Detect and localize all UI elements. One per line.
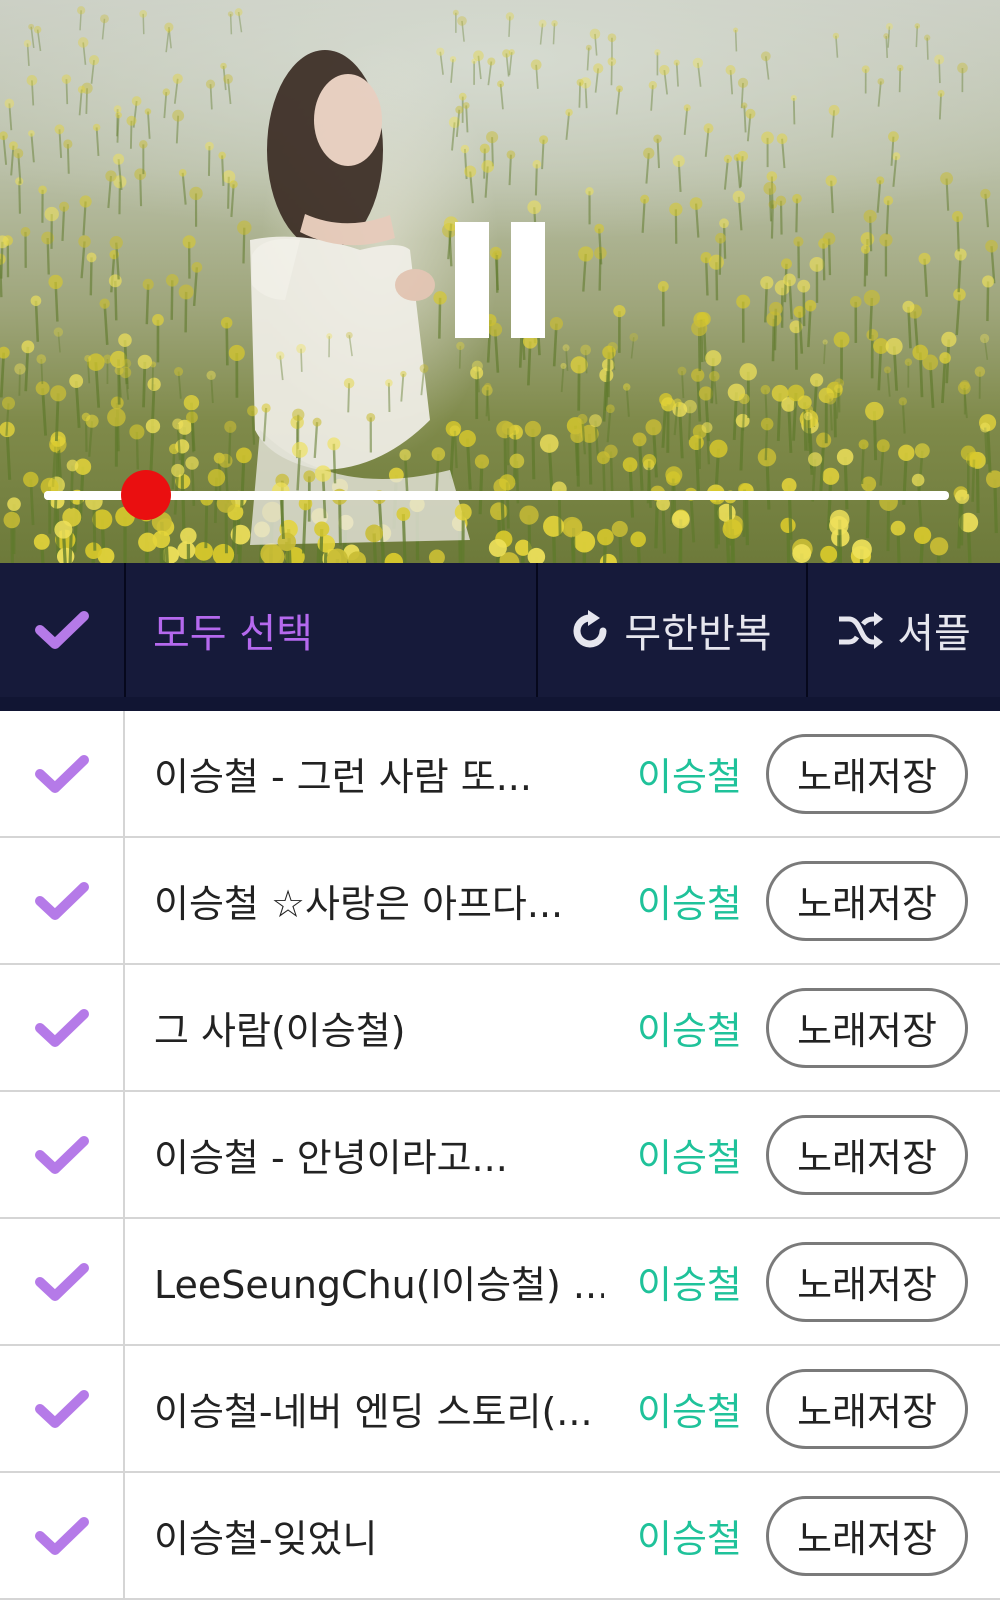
seek-thumb[interactable] (121, 470, 171, 520)
pause-icon (455, 222, 489, 338)
song-checkbox[interactable] (0, 838, 125, 963)
save-song-button[interactable]: 노래저장 (766, 1369, 968, 1449)
shuffle-icon (837, 611, 883, 649)
save-song-button[interactable]: 노래저장 (766, 1496, 968, 1576)
check-icon (35, 1516, 89, 1556)
song-artist: 이승철 (637, 1381, 742, 1436)
song-artist: 이승철 (637, 1254, 742, 1309)
song-row[interactable]: LeeSeungChu(l이승철) ... 이승철 노래저장 (0, 1219, 1000, 1346)
select-all-label: 모두 선택 (153, 601, 313, 659)
video-player[interactable] (0, 0, 1000, 563)
song-artist: 이승철 (637, 746, 742, 801)
song-row[interactable]: 이승철-잊었니 이승철 노래저장 (0, 1473, 1000, 1600)
check-icon (35, 1008, 89, 1048)
song-title[interactable]: LeeSeungChu(l이승철) ... (154, 1254, 604, 1309)
shuffle-button[interactable]: 셔플 (808, 563, 1000, 697)
song-row[interactable]: 이승철 ☆사랑은 아프다... 이승철 노래저장 (0, 838, 1000, 965)
song-artist: 이승철 (637, 1508, 742, 1563)
check-icon (35, 610, 89, 650)
check-icon (35, 1389, 89, 1429)
song-title[interactable]: 이승철-네버 엔딩 스토리(... (154, 1381, 604, 1436)
song-row[interactable]: 이승철-네버 엔딩 스토리(... 이승철 노래저장 (0, 1346, 1000, 1473)
song-artist: 이승철 (637, 873, 742, 928)
song-checkbox[interactable] (0, 1473, 125, 1598)
repeat-label: 무한반복 (624, 601, 771, 659)
repeat-button[interactable]: 무한반복 (538, 563, 808, 697)
song-row[interactable]: 이승철 - 안녕이라고... 이승철 노래저장 (0, 1092, 1000, 1219)
repeat-icon (572, 609, 610, 651)
song-title[interactable]: 이승철 - 그런 사람 또... (154, 746, 604, 801)
save-song-button[interactable]: 노래저장 (766, 734, 968, 814)
song-checkbox[interactable] (0, 1346, 125, 1471)
song-artist: 이승철 (637, 1127, 742, 1182)
pause-button[interactable] (452, 222, 548, 338)
song-checkbox[interactable] (0, 1219, 125, 1344)
song-title[interactable]: 그 사람(이승철) (154, 1000, 604, 1055)
song-checkbox[interactable] (0, 965, 125, 1090)
song-row[interactable]: 이승철 - 그런 사람 또... 이승철 노래저장 (0, 711, 1000, 838)
save-song-button[interactable]: 노래저장 (766, 1115, 968, 1195)
save-song-button[interactable]: 노래저장 (766, 1242, 968, 1322)
seek-bar[interactable] (44, 491, 949, 500)
song-title[interactable]: 이승철 ☆사랑은 아프다... (154, 873, 604, 928)
song-title[interactable]: 이승철-잊었니 (154, 1508, 604, 1563)
check-icon (35, 881, 89, 921)
pause-icon-bar (511, 222, 545, 338)
shuffle-label: 셔플 (897, 601, 971, 659)
check-icon (35, 1262, 89, 1302)
song-checkbox[interactable] (0, 1092, 125, 1217)
playlist-toolbar: 모두 선택 무한반복 셔플 (0, 563, 1000, 711)
song-title[interactable]: 이승철 - 안녕이라고... (154, 1127, 604, 1182)
select-all-checkbox[interactable] (0, 563, 126, 697)
save-song-button[interactable]: 노래저장 (766, 988, 968, 1068)
check-icon (35, 1135, 89, 1175)
song-artist: 이승철 (637, 1000, 742, 1055)
song-checkbox[interactable] (0, 711, 125, 836)
song-row[interactable]: 그 사람(이승철) 이승철 노래저장 (0, 965, 1000, 1092)
select-all-button[interactable]: 모두 선택 (126, 563, 538, 697)
song-list: 이승철 - 그런 사람 또... 이승철 노래저장 이승철 ☆사랑은 아프다..… (0, 711, 1000, 1600)
check-icon (35, 754, 89, 794)
save-song-button[interactable]: 노래저장 (766, 861, 968, 941)
